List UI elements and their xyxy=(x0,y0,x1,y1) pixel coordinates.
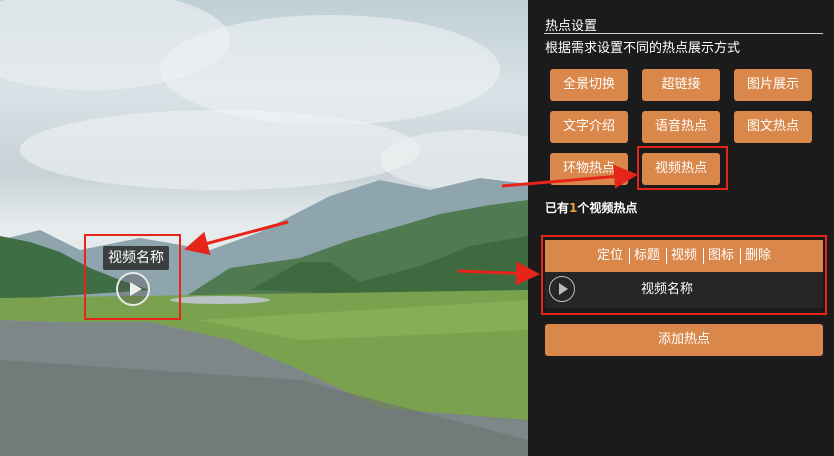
audio-hotspot-button[interactable]: 语音热点 xyxy=(642,111,720,143)
hotspot-settings-panel: 热点设置 根据需求设置不同的热点展示方式 全景切换 超链接 图片展示 文字介绍 … xyxy=(528,0,834,456)
panorama-switch-button[interactable]: 全景切换 xyxy=(550,69,628,101)
highlight-box-hotspot xyxy=(84,234,181,320)
panorama-viewer[interactable]: 视频名称 xyxy=(0,0,528,456)
divider xyxy=(544,33,823,34)
highlight-box-video-button xyxy=(637,146,728,190)
panel-title: 热点设置 xyxy=(545,19,598,34)
image-text-hotspot-button[interactable]: 图文热点 xyxy=(734,111,812,143)
image-display-button[interactable]: 图片展示 xyxy=(734,69,812,101)
object-hotspot-button[interactable]: 环物热点 xyxy=(550,153,628,185)
panorama-scene xyxy=(0,0,528,456)
highlight-box-table xyxy=(541,235,827,315)
hyperlink-button[interactable]: 超链接 xyxy=(642,69,720,101)
add-hotspot-button[interactable]: 添加热点 xyxy=(545,324,823,356)
panel-subtitle: 根据需求设置不同的热点展示方式 xyxy=(545,41,741,56)
count-prefix: 已有 xyxy=(545,201,570,215)
count-suffix: 个视频热点 xyxy=(577,201,638,215)
text-intro-button[interactable]: 文字介绍 xyxy=(550,111,628,143)
hotspot-count: 已有1个视频热点 xyxy=(545,199,637,216)
